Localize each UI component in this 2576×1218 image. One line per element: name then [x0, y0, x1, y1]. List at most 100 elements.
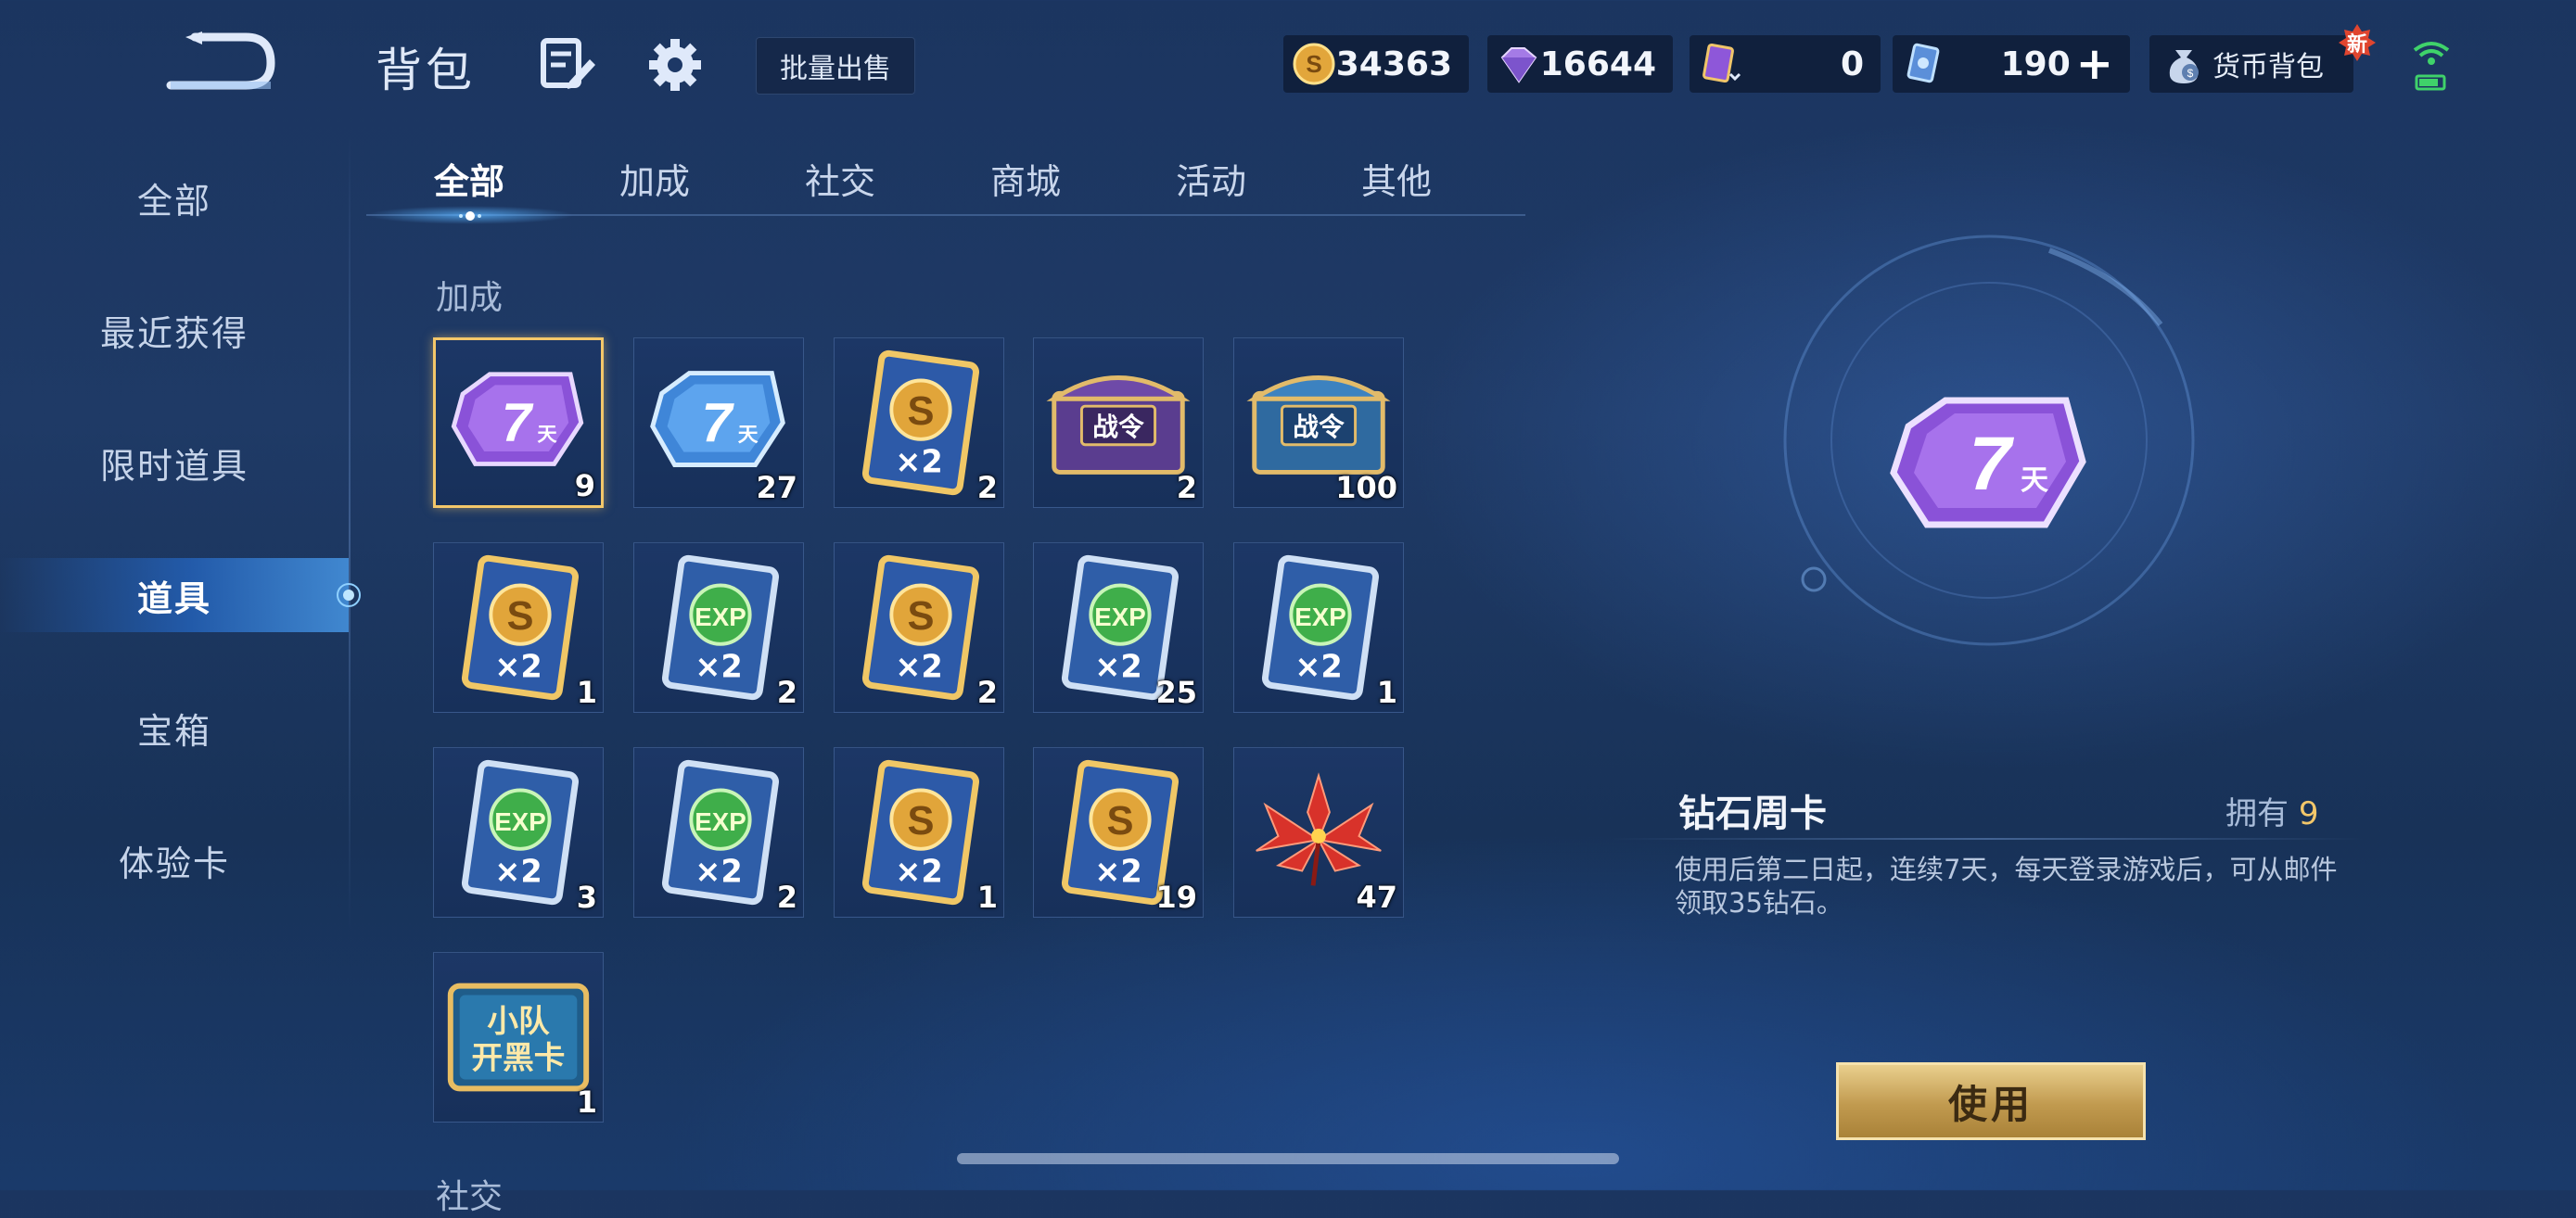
section-title-social: 社交 — [436, 1178, 504, 1216]
inventory-item[interactable]: EXP ×2 1 — [1233, 542, 1404, 713]
item-count: 19 — [1155, 880, 1197, 915]
sidebar-divider — [349, 134, 351, 932]
back-arrow-icon — [166, 32, 275, 90]
wifi-icon — [2413, 42, 2450, 91]
use-button[interactable]: 使用 — [1836, 1062, 2146, 1140]
item-name: 钻石周卡 — [1678, 793, 1827, 835]
chest-label: 战令 — [1293, 412, 1345, 442]
item-count: 100 — [1335, 470, 1397, 505]
svg-text:S: S — [506, 594, 533, 639]
item-count: 47 — [1356, 880, 1397, 915]
sidebar-item-limited[interactable]: 限时道具 — [0, 425, 349, 500]
new-badge: 新 — [2339, 24, 2376, 61]
item-owned: 拥有 9 — [2225, 788, 2318, 833]
item-count: 9 — [574, 468, 595, 503]
inventory-item[interactable]: EXP ×2 3 — [433, 747, 604, 918]
multiplier-label: ×2 — [1094, 853, 1142, 889]
item-description: 使用后第二日起，连续7天，每天登录游戏后，可从邮件领取35钻石。 — [1675, 854, 2338, 919]
inventory-item[interactable]: 小队 开黑卡 1 — [433, 952, 604, 1123]
diamond-icon — [1500, 47, 1537, 83]
item-count: 2 — [1176, 470, 1197, 505]
multiplier-label: ×2 — [895, 853, 943, 889]
purple-ticket-balance[interactable]: 0 — [1690, 35, 1881, 93]
item-count: 1 — [576, 675, 597, 710]
owned-label: 拥有 — [2225, 795, 2289, 832]
item-count: 3 — [576, 880, 597, 915]
multiplier-label: ×2 — [695, 853, 743, 889]
inventory-item[interactable]: 7 天 9 — [433, 337, 604, 508]
inventory-item[interactable]: S ×2 1 — [834, 747, 1004, 918]
inventory-item[interactable]: 7 天 27 — [633, 337, 804, 508]
edit-button[interactable] — [538, 35, 597, 95]
svg-text:S: S — [1106, 799, 1133, 844]
item-count: 2 — [976, 675, 998, 710]
multiplier-label: ×2 — [494, 648, 542, 684]
svg-text:$: $ — [2187, 67, 2194, 80]
selected-card-unit: 天 — [2021, 464, 2048, 497]
exp-label: EXP — [494, 807, 545, 836]
tab-shop[interactable]: 商城 — [942, 153, 1109, 209]
gear-icon — [649, 39, 701, 91]
card-number: 7 — [702, 391, 735, 453]
tab-all[interactable]: 全部 — [386, 153, 553, 209]
exp-label: EXP — [695, 807, 746, 836]
gold-coin-icon: S — [1293, 43, 1335, 85]
card-unit: 天 — [537, 423, 557, 446]
tab-boost[interactable]: 加成 — [571, 153, 738, 209]
card-unit: 天 — [738, 424, 759, 447]
purple-ticket-value: 0 — [1840, 44, 1864, 83]
tab-event[interactable]: 活动 — [1128, 153, 1294, 209]
inventory-item[interactable]: 47 — [1233, 747, 1404, 918]
item-count: 2 — [776, 880, 797, 915]
status-indicator — [2411, 37, 2452, 93]
page-title: 背包 — [376, 44, 476, 97]
item-count: 2 — [776, 675, 797, 710]
currency-wallet-button[interactable]: $ 货币背包 — [2149, 35, 2353, 93]
item-count: 27 — [756, 470, 797, 505]
item-count: 2 — [976, 470, 998, 505]
settings-button[interactable] — [645, 35, 705, 95]
blue-ticket-value: 190 — [2000, 44, 2071, 83]
bulk-sell-button[interactable]: 批量出售 — [756, 37, 915, 95]
add-currency-button[interactable]: + — [2076, 42, 2113, 86]
sidebar-item-trial-card[interactable]: 体验卡 — [0, 823, 349, 897]
card-line2: 开黑卡 — [472, 1040, 566, 1076]
purple-ticket-icon — [1702, 43, 1741, 83]
inventory-item[interactable]: S ×2 1 — [433, 542, 604, 713]
sidebar-item-props[interactable]: 道具 — [0, 558, 349, 632]
gold-coin-balance: S 934363 — [1283, 35, 1469, 93]
active-tab-indicator-icon — [459, 211, 481, 221]
wallet-label: 货币背包 — [2213, 51, 2324, 83]
inventory-item[interactable]: S ×2 2 — [834, 542, 1004, 713]
back-button[interactable] — [158, 28, 278, 102]
tab-other[interactable]: 其他 — [1313, 153, 1480, 209]
scroll-indicator[interactable] — [957, 1153, 1619, 1164]
inventory-item[interactable]: S ×2 2 — [834, 337, 1004, 508]
sidebar-item-chest[interactable]: 宝箱 — [0, 691, 349, 765]
multiplier-label: ×2 — [1094, 648, 1142, 684]
blue-ticket-icon — [1906, 43, 1940, 83]
inventory-item[interactable]: EXP ×2 2 — [633, 747, 804, 918]
inventory-item[interactable]: EXP ×2 25 — [1033, 542, 1204, 713]
tab-social[interactable]: 社交 — [757, 153, 924, 209]
inventory-item[interactable]: 战令 2 — [1033, 337, 1204, 508]
inventory-item[interactable]: 战令 100 — [1233, 337, 1404, 508]
multiplier-label: ×2 — [1294, 648, 1343, 684]
sidebar-item-recent[interactable]: 最近获得 — [0, 293, 349, 367]
item-count: 25 — [1155, 675, 1197, 710]
svg-text:S: S — [907, 389, 934, 434]
inventory-item[interactable]: EXP ×2 2 — [633, 542, 804, 713]
card-number: 7 — [502, 392, 534, 452]
selected-card-number: 7 — [1969, 422, 2014, 506]
item-count: 1 — [576, 1085, 597, 1120]
multiplier-label: ×2 — [695, 648, 743, 684]
new-badge-text: 新 — [2346, 33, 2367, 57]
inventory-item[interactable]: S ×2 19 — [1033, 747, 1204, 918]
exp-label: EXP — [1094, 603, 1145, 631]
sidebar-item-all[interactable]: 全部 — [0, 160, 349, 235]
exp-label: EXP — [1294, 603, 1345, 631]
detail-divider — [1609, 838, 2365, 840]
nav-active-dot-icon — [337, 583, 361, 607]
edit-list-icon — [541, 38, 595, 89]
multiplier-label: ×2 — [494, 853, 542, 889]
